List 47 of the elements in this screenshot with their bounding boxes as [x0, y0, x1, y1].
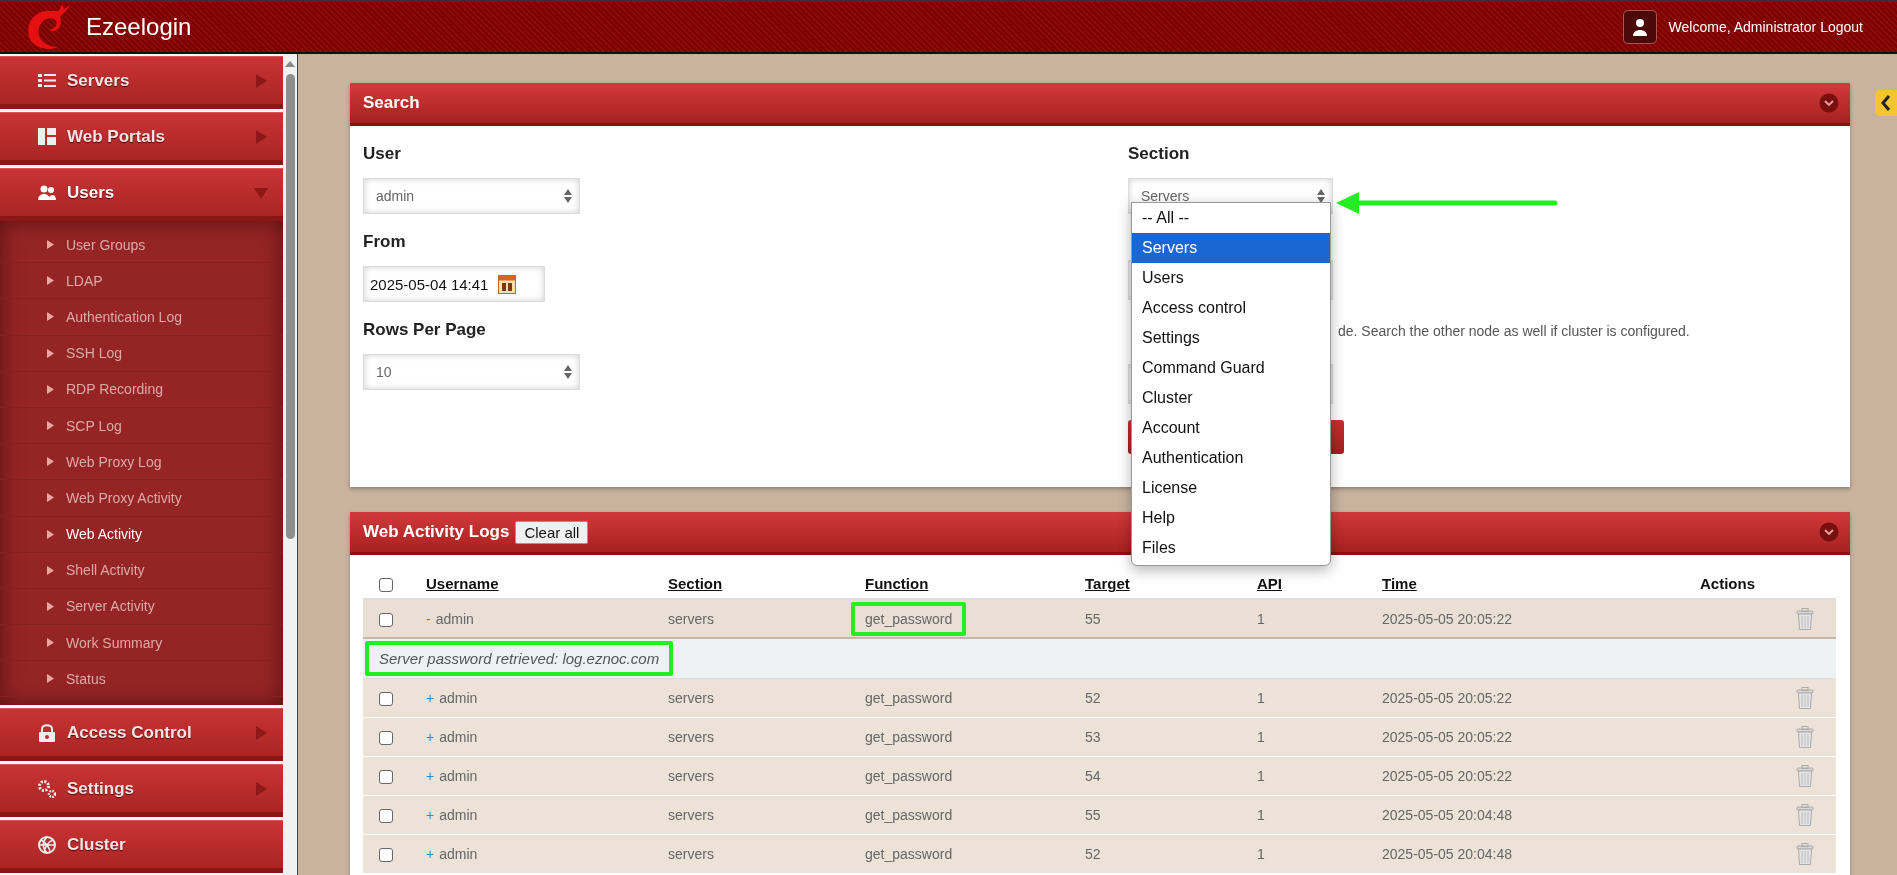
- table-cell: admin: [435, 610, 474, 627]
- table-cell: get_password: [865, 610, 953, 627]
- table-cell: 2025-05-05 20:05:22: [1382, 689, 1512, 706]
- field-label: Section: [1128, 144, 1191, 164]
- table-cell: admin: [439, 689, 478, 706]
- app-name: Ezeelogin: [86, 13, 192, 41]
- field-label: From: [363, 232, 407, 252]
- table-cell: 54: [1085, 767, 1101, 784]
- table-cell: get_password: [865, 728, 953, 745]
- table-cell: servers: [668, 689, 714, 706]
- table-cell: 1: [1257, 728, 1265, 745]
- table-cell: admin: [439, 767, 478, 784]
- table-cell: admin: [439, 806, 478, 823]
- field-label: Rows Per Page: [363, 320, 487, 340]
- table-cell: servers: [668, 728, 714, 745]
- field-label: User: [363, 144, 402, 164]
- table-cell: get_password: [865, 845, 953, 862]
- table-cell: servers: [668, 845, 714, 862]
- column-header: Actions: [1700, 575, 1755, 592]
- table-cell: 2025-05-05 20:05:22: [1382, 728, 1512, 745]
- table-cell: servers: [668, 806, 714, 823]
- table-cell: 2025-05-05 20:04:48: [1382, 806, 1512, 823]
- table-cell: get_password: [865, 689, 953, 706]
- table-cell: get_password: [865, 767, 953, 784]
- table-cell: 52: [1085, 689, 1101, 706]
- table-cell: 55: [1085, 610, 1101, 627]
- table-cell: 1: [1257, 689, 1265, 706]
- panel-title: Search: [363, 93, 420, 113]
- table-cell: 1: [1257, 806, 1265, 823]
- panel-title: Web Activity Logs: [363, 522, 510, 542]
- table-cell: 2025-05-05 20:04:48: [1382, 845, 1512, 862]
- table-cell: 52: [1085, 845, 1101, 862]
- table-cell: get_password: [865, 806, 953, 823]
- table-cell: 1: [1257, 767, 1265, 784]
- log-detail: Server password retrieved: log.eznoc.com: [379, 649, 660, 667]
- table-cell: servers: [668, 767, 714, 784]
- welcome-text: Welcome, Administrator: [1668, 19, 1817, 35]
- table-cell: servers: [668, 610, 714, 627]
- table-cell: 53: [1085, 728, 1101, 745]
- table-cell: admin: [439, 728, 478, 745]
- table-cell: 1: [1257, 845, 1265, 862]
- help-text: de. Search the other node as well if cluster is configured.: [1338, 323, 1690, 339]
- table-cell: 2025-05-05 20:05:22: [1382, 610, 1512, 627]
- table-cell: 55: [1085, 806, 1101, 823]
- table-cell: 1: [1257, 610, 1265, 627]
- table-cell: admin: [439, 845, 478, 862]
- table-cell: 2025-05-05 20:05:22: [1382, 767, 1512, 784]
